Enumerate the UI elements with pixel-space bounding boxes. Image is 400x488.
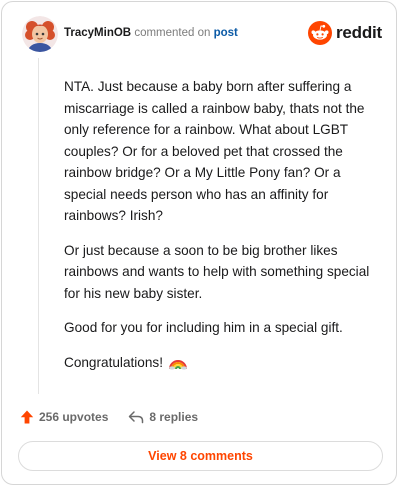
- view-comments-button[interactable]: View 8 comments: [18, 441, 383, 471]
- comment-body: NTA. Just because a baby born after suff…: [64, 76, 382, 389]
- user-avatar[interactable]: [22, 16, 58, 52]
- comment-paragraph-last: Congratulations!: [64, 352, 382, 377]
- upvote-count: 256 upvotes: [39, 410, 109, 424]
- upvote-arrow-icon: [20, 410, 34, 424]
- comment-paragraph: NTA. Just because a baby born after suff…: [64, 79, 365, 223]
- comment-header: TracyMinOB commented on post reddit: [16, 14, 382, 54]
- comment-card: TracyMinOB commented on post reddit NTA.…: [1, 1, 397, 485]
- username-link[interactable]: TracyMinOB: [64, 27, 131, 39]
- comment-paragraph-text: Congratulations!: [64, 354, 163, 370]
- rainbow-emoji: [168, 354, 187, 377]
- reply-arrow-icon: [129, 411, 144, 424]
- reddit-alien-icon: [307, 21, 332, 45]
- thread-line: [38, 58, 39, 394]
- post-link[interactable]: post: [214, 27, 238, 39]
- brand-wordmark: reddit: [335, 23, 382, 42]
- comment-actions: 256 upvotes 8 replies: [20, 406, 198, 428]
- reddit-logo[interactable]: reddit: [307, 20, 382, 46]
- comment-paragraph: Or just because a soon to be big brother…: [64, 242, 370, 301]
- action-text: commented on: [134, 27, 211, 39]
- upvote-button[interactable]: 256 upvotes: [20, 410, 108, 424]
- replies-button[interactable]: 8 replies: [128, 410, 198, 424]
- reply-count: 8 replies: [149, 410, 199, 424]
- comment-byline: TracyMinOB commented on post: [64, 27, 238, 39]
- comment-paragraph: Good for you for including him in a spec…: [64, 320, 343, 335]
